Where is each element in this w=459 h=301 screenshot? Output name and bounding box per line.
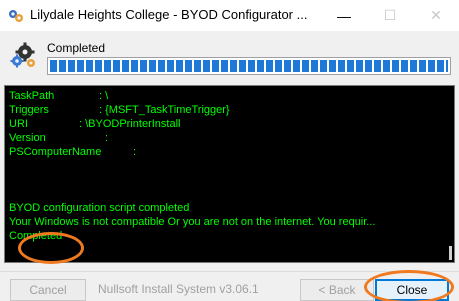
close-icon: ✕: [430, 7, 442, 23]
minimize-button[interactable]: —: [321, 0, 367, 31]
back-button[interactable]: < Back: [300, 279, 374, 301]
title-bar[interactable]: Lilydale Heights College - BYOD Configur…: [0, 0, 459, 31]
log-scrollbar[interactable]: [445, 86, 454, 262]
status-text: Completed: [47, 41, 106, 55]
window-title: Lilydale Heights College - BYOD Configur…: [30, 7, 308, 22]
log-line: Your Windows is not compatible Or you ar…: [9, 216, 376, 228]
nsis-branding: Nullsoft Install System v3.06.1: [98, 282, 259, 296]
log-line: URI: \BYODPrinterInstall: [9, 118, 181, 130]
window-close-button[interactable]: ✕: [413, 0, 459, 31]
log-line: Completed: [9, 230, 63, 242]
footer-divider: [0, 271, 459, 272]
close-button[interactable]: Close: [375, 279, 449, 301]
maximize-button[interactable]: ☐: [367, 0, 413, 31]
maximize-icon: ☐: [383, 7, 397, 23]
log-line: PSComputerName:: [9, 146, 137, 158]
log-line: Version:: [9, 132, 109, 144]
gears-icon: [10, 42, 35, 68]
progress-fill: [50, 60, 448, 72]
minimize-icon: —: [337, 7, 351, 24]
progress-bar: [47, 57, 451, 75]
log-line: TaskPath: \: [9, 90, 109, 102]
log-line: BYOD configuration script completed: [9, 202, 190, 214]
log-line: Triggers: {MSFT_TaskTimeTrigger}: [9, 104, 230, 116]
installer-body: Completed TaskPath: \ Triggers: {MSFT_Ta…: [0, 31, 459, 301]
cancel-button[interactable]: Cancel: [10, 279, 86, 301]
scrollbar-thumb[interactable]: [449, 246, 452, 260]
installer-gear-icon: [9, 10, 23, 22]
details-log[interactable]: TaskPath: \ Triggers: {MSFT_TaskTimeTrig…: [4, 85, 455, 263]
